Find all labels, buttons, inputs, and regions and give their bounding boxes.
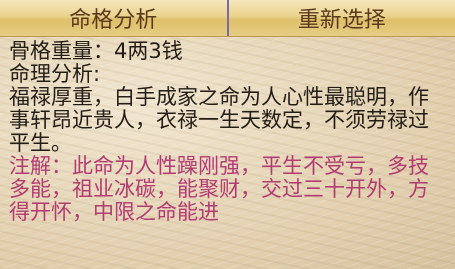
- tab-fate-analysis[interactable]: 命格分析: [0, 0, 227, 36]
- analysis-heading: 命理分析:: [9, 62, 101, 86]
- analysis-text: 福禄厚重，白手成家之命为人心性最聪明，作事轩昂近贵人，衣禄一生天数定，不须劳禄过…: [9, 85, 429, 155]
- tab-reselect[interactable]: 重新选择: [226, 0, 455, 36]
- result-panel: 骨格重量：4两3钱 命理分析: 福禄厚重，白手成家之命为人心性最聪明，作事轩昂近…: [9, 40, 449, 224]
- bone-weight-text: 骨格重量：4两3钱: [9, 39, 183, 63]
- tab-bar: 命格分析 重新选择: [0, 0, 455, 37]
- note-text: 注解：此命为人性躁刚强，平生不受亏，多技多能，祖业冰碳，能聚财，交过三十开外，方…: [9, 154, 429, 224]
